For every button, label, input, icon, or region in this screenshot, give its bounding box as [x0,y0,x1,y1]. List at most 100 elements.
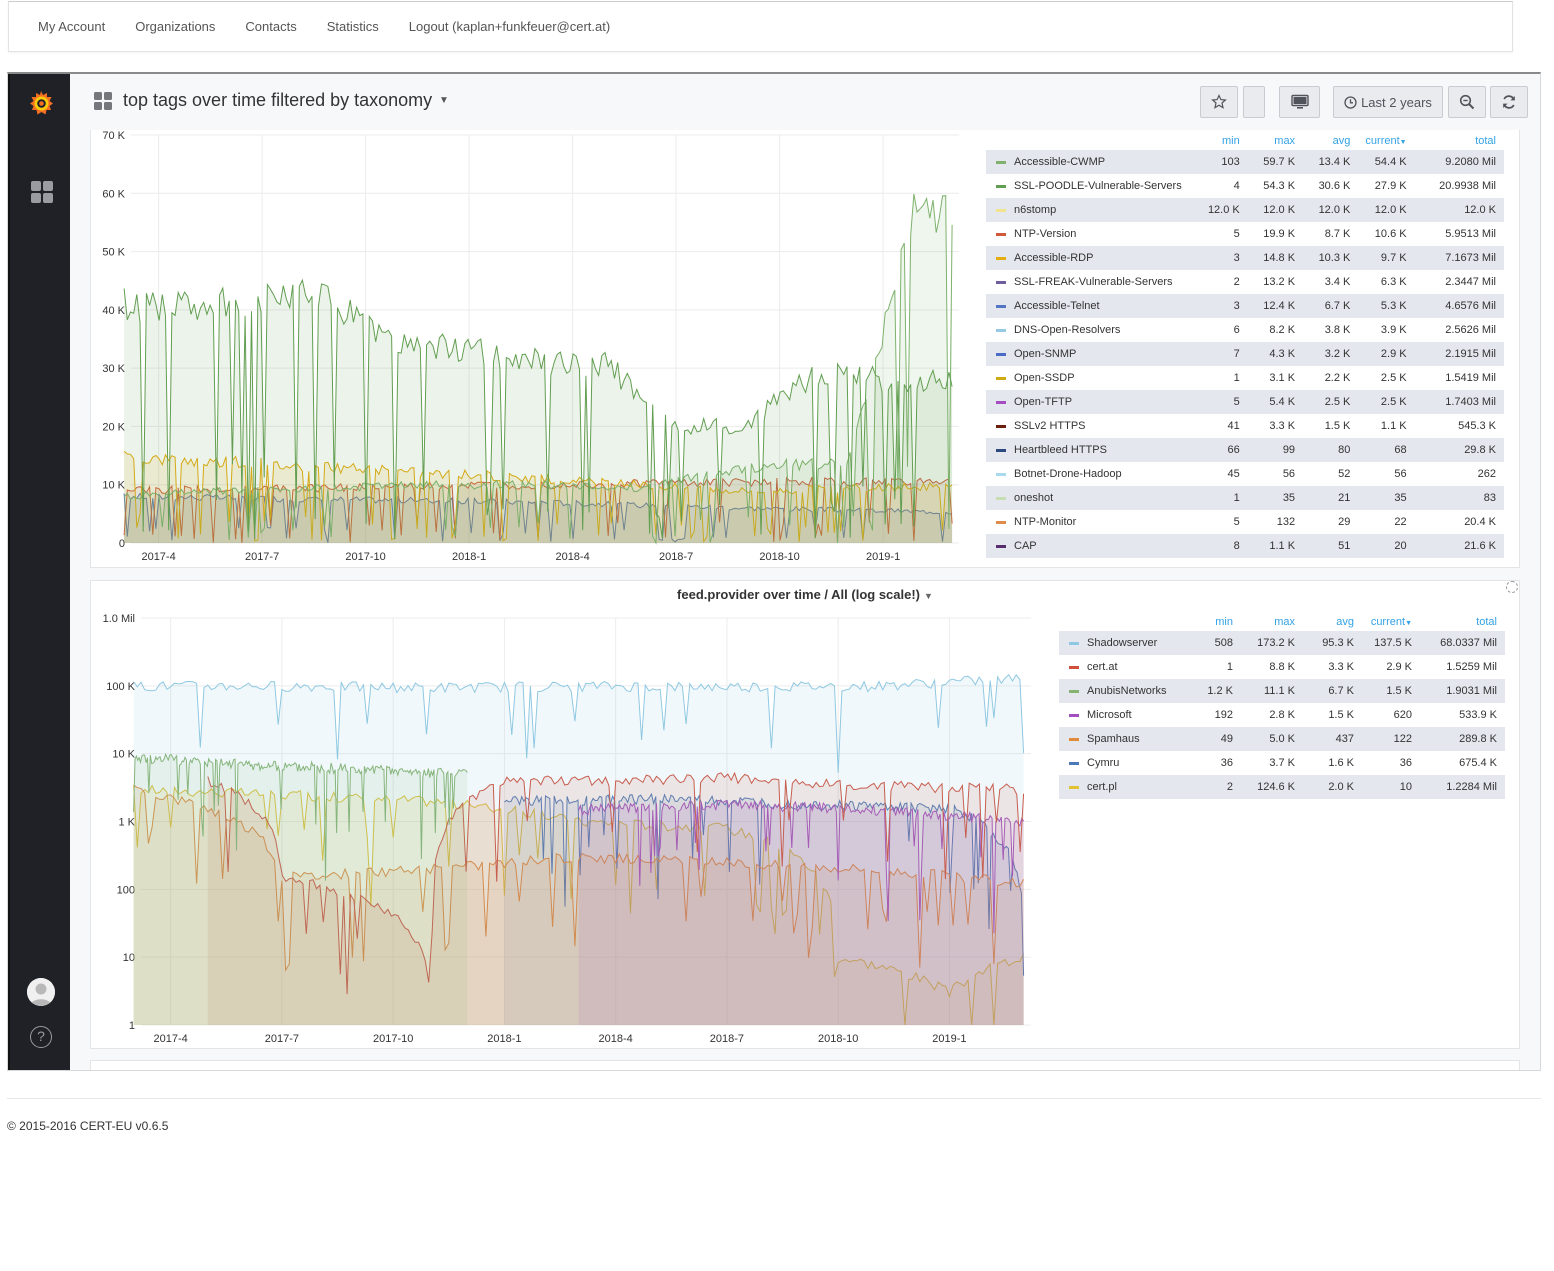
legend-row[interactable]: Shadowserver 508 173.2 K 95.3 K 137.5 K 68.03… [1059,631,1505,655]
chevron-down-icon[interactable]: ▼ [439,95,449,106]
legend-row[interactable]: NTP-Version 5 19.9 K 8.7 K 10.6 K 5.9513 Mil [986,222,1504,246]
series-color-swatch-icon[interactable] [996,232,1006,236]
legend-col-min[interactable]: min [1179,613,1241,631]
series-color-swatch-icon[interactable] [996,376,1006,380]
legend-series-name[interactable]: DNS-Open-Resolvers [986,318,1190,342]
legend-row[interactable]: SSLv2 HTTPS 41 3.3 K 1.5 K 1.1 K 545.3 K [986,414,1504,438]
legend-series-name[interactable]: Heartbleed HTTPS [986,438,1190,462]
grafana-logo-icon[interactable] [26,88,56,118]
nav-my-account[interactable]: My Account [38,19,105,34]
series-color-swatch-icon[interactable] [996,280,1006,284]
legend-row[interactable]: Accessible-RDP 3 14.8 K 10.3 K 9.7 K 7.1673 M… [986,246,1504,270]
legend-series-name[interactable]: cert.pl [1059,775,1179,799]
series-color-swatch-icon[interactable] [996,472,1006,476]
star-button[interactable] [1200,86,1238,118]
legend-series-name[interactable]: SSL-FREAK-Vulnerable-Servers [986,270,1190,294]
legend-col-current[interactable]: current▼ [1358,132,1414,150]
legend-row[interactable]: SSL-POODLE-Vulnerable-Servers 4 54.3 K 30.6… [986,174,1504,198]
legend-row[interactable]: SSL-FREAK-Vulnerable-Servers 2 13.2 K 3.4 K… [986,270,1504,294]
legend-row[interactable]: CAP 8 1.1 K 51 20 21.6 K [986,534,1504,558]
legend-row[interactable]: Open-TFTP 5 5.4 K 2.5 K 2.5 K 1.7403 Mil [986,390,1504,414]
legend-series-name[interactable]: Open-SNMP [986,342,1190,366]
legend-row[interactable]: Open-SNMP 7 4.3 K 3.2 K 2.9 K 2.1915 Mil [986,342,1504,366]
help-icon[interactable]: ? [30,1026,52,1048]
legend-series-name[interactable]: oneshot [986,486,1190,510]
legend-series-name[interactable]: Botnet-Drone-Hadoop [986,462,1190,486]
series-color-swatch-icon[interactable] [996,160,1006,164]
series-color-swatch-icon[interactable] [996,256,1006,260]
legend-row[interactable]: Microsoft 192 2.8 K 1.5 K 620 533.9 K [1059,703,1505,727]
legend-row[interactable]: Botnet-Drone-Hadoop 45 56 52 56 262 [986,462,1504,486]
legend-series-name[interactable]: Cymru [1059,751,1179,775]
legend-series-name[interactable]: Accessible-Telnet [986,294,1190,318]
legend-series-name[interactable]: n6stomp [986,198,1190,222]
series-color-swatch-icon[interactable] [1069,785,1079,789]
series-color-swatch-icon[interactable] [996,520,1006,524]
refresh-button[interactable] [1490,86,1528,118]
legend-series-name[interactable]: SSLv2 HTTPS [986,414,1190,438]
series-color-swatch-icon[interactable] [996,184,1006,188]
zoom-out-button[interactable] [1448,86,1486,118]
legend-col-avg[interactable]: avg [1303,613,1362,631]
legend-series-name[interactable]: Microsoft [1059,703,1179,727]
series-color-swatch-icon[interactable] [1069,665,1079,669]
dashboards-grid-icon[interactable] [31,181,53,203]
legend-row[interactable]: Accessible-Telnet 3 12.4 K 6.7 K 5.3 K 4.6576… [986,294,1504,318]
tv-mode-button[interactable] [1279,86,1320,118]
legend-row[interactable]: Open-SSDP 1 3.1 K 2.2 K 2.5 K 1.5419 Mil [986,366,1504,390]
nav-statistics[interactable]: Statistics [327,19,379,34]
legend-col-current[interactable]: current▼ [1362,613,1420,631]
user-avatar-icon[interactable] [27,978,55,1006]
series-color-swatch-icon[interactable] [996,496,1006,500]
series-color-swatch-icon[interactable] [1069,713,1079,717]
legend-row[interactable]: cert.at 1 8.8 K 3.3 K 2.9 K 1.5259 Mil [1059,655,1505,679]
series-color-swatch-icon[interactable] [1069,761,1079,765]
legend-row[interactable]: oneshot 1 35 21 35 83 [986,486,1504,510]
legend-col-max[interactable]: max [1241,613,1303,631]
legend-row[interactable]: n6stomp 12.0 K 12.0 K 12.0 K 12.0 K 12.0 K [986,198,1504,222]
series-color-swatch-icon[interactable] [996,400,1006,404]
legend-series-name[interactable]: CAP [986,534,1190,558]
legend-series-name[interactable]: Accessible-CWMP [986,150,1190,174]
series-color-swatch-icon[interactable] [996,424,1006,428]
series-color-swatch-icon[interactable] [1069,641,1079,645]
series-color-swatch-icon[interactable] [996,208,1006,212]
feed-provider-chart[interactable]: 1101001 K10 K100 K1.0 Mil2017-4 2017-7 201… [91,581,1041,1050]
legend-series-name[interactable]: NTP-Monitor [986,510,1190,534]
nav-organizations[interactable]: Organizations [135,19,215,34]
share-button[interactable] [1243,86,1265,118]
series-color-swatch-icon[interactable] [1069,689,1079,693]
series-color-swatch-icon[interactable] [996,544,1006,548]
legend-series-name[interactable]: Open-TFTP [986,390,1190,414]
legend-series-name[interactable]: NTP-Version [986,222,1190,246]
nav-logout[interactable]: Logout (kaplan+funkfeuer@cert.at) [409,19,610,34]
legend-row[interactable]: Accessible-CWMP 103 59.7 K 13.4 K 54.4 K 9.20… [986,150,1504,174]
dashboard-title[interactable]: top tags over time filtered by taxonomy [123,90,432,111]
series-color-swatch-icon[interactable] [996,352,1006,356]
legend-col-min[interactable]: min [1190,132,1248,150]
legend-col-total[interactable]: total [1415,132,1504,150]
legend-series-name[interactable]: Shadowserver [1059,631,1179,655]
legend-row[interactable]: Spamhaus 49 5.0 K 437 122 289.8 K [1059,727,1505,751]
legend-row[interactable]: DNS-Open-Resolvers 6 8.2 K 3.8 K 3.9 K 2.5626… [986,318,1504,342]
legend-row[interactable]: Heartbleed HTTPS 66 99 80 68 29.8 K [986,438,1504,462]
top-tags-chart[interactable]: 0 10 K 20 K 30 K 40 K 50 K 60 K 70 K 2017-4 2017-… [91,130,971,568]
time-picker-button[interactable]: Last 2 years [1333,86,1443,118]
legend-row[interactable]: NTP-Monitor 5 132 29 22 20.4 K [986,510,1504,534]
legend-series-name[interactable]: cert.at [1059,655,1179,679]
nav-contacts[interactable]: Contacts [245,19,296,34]
legend-series-name[interactable]: Accessible-RDP [986,246,1190,270]
series-color-swatch-icon[interactable] [996,328,1006,332]
legend-row[interactable]: AnubisNetworks 1.2 K 11.1 K 6.7 K 1.5 K 1.903… [1059,679,1505,703]
legend-row[interactable]: Cymru 36 3.7 K 1.6 K 36 675.4 K [1059,751,1505,775]
series-color-swatch-icon[interactable] [996,448,1006,452]
series-color-swatch-icon[interactable] [1069,737,1079,741]
legend-col-avg[interactable]: avg [1303,132,1358,150]
legend-series-name[interactable]: Open-SSDP [986,366,1190,390]
legend-col-total[interactable]: total [1420,613,1505,631]
legend-row[interactable]: cert.pl 2 124.6 K 2.0 K 10 1.2284 Mil [1059,775,1505,799]
series-color-swatch-icon[interactable] [996,304,1006,308]
legend-series-name[interactable]: AnubisNetworks [1059,679,1179,703]
legend-series-name[interactable]: Spamhaus [1059,727,1179,751]
legend-col-max[interactable]: max [1248,132,1303,150]
